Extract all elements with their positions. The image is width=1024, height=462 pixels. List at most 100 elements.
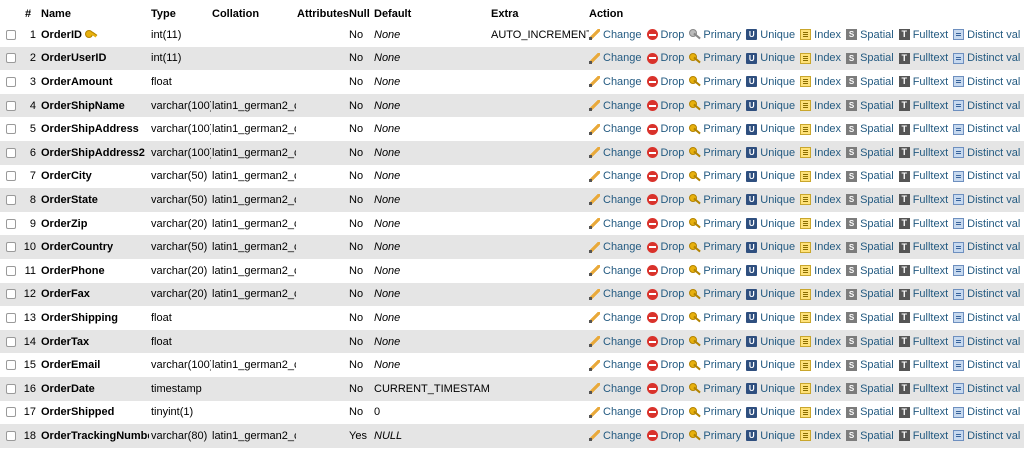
change-button[interactable]: Change <box>589 359 642 371</box>
distinct-values-button[interactable]: Distinct values <box>953 170 1021 182</box>
distinct-values-button[interactable]: Distinct values <box>953 194 1021 206</box>
fulltext-button[interactable]: T Fulltext <box>898 52 948 64</box>
change-button[interactable]: Change <box>589 241 642 253</box>
fulltext-button[interactable]: T Fulltext <box>898 312 948 324</box>
row-checkbox[interactable] <box>4 353 18 377</box>
index-button[interactable]: Index <box>800 430 841 442</box>
header-type[interactable]: Type <box>151 0 211 23</box>
fulltext-button[interactable]: T Fulltext <box>898 194 948 206</box>
primary-button[interactable]: Primary <box>689 406 741 418</box>
distinct-values-button[interactable]: Distinct values <box>953 406 1021 418</box>
primary-button[interactable]: Primary <box>689 147 741 159</box>
distinct-values-button[interactable]: Distinct values <box>953 29 1021 41</box>
row-checkbox[interactable] <box>4 330 18 354</box>
spatial-button[interactable]: S Spatial <box>846 123 894 135</box>
fulltext-button[interactable]: T Fulltext <box>898 336 948 348</box>
change-button[interactable]: Change <box>589 100 642 112</box>
index-button[interactable]: Index <box>800 29 841 41</box>
fulltext-button[interactable]: T Fulltext <box>898 288 948 300</box>
spatial-button[interactable]: S Spatial <box>846 100 894 112</box>
spatial-button[interactable]: S Spatial <box>846 76 894 88</box>
checkbox[interactable] <box>6 171 16 182</box>
distinct-values-button[interactable]: Distinct values <box>953 336 1021 348</box>
drop-button[interactable]: Drop <box>646 147 684 159</box>
drop-button[interactable]: Drop <box>646 265 684 277</box>
change-button[interactable]: Change <box>589 383 642 395</box>
change-button[interactable]: Change <box>589 147 642 159</box>
checkbox[interactable] <box>6 53 16 64</box>
row-checkbox[interactable] <box>4 165 18 189</box>
drop-button[interactable]: Drop <box>646 170 684 182</box>
distinct-values-button[interactable]: Distinct values <box>953 241 1021 253</box>
spatial-button[interactable]: S Spatial <box>846 359 894 371</box>
checkbox[interactable] <box>6 265 16 276</box>
checkbox[interactable] <box>6 29 16 40</box>
checkbox[interactable] <box>6 430 16 441</box>
drop-button[interactable]: Drop <box>646 406 684 418</box>
distinct-values-button[interactable]: Distinct values <box>953 100 1021 112</box>
header-default[interactable]: Default <box>374 0 490 23</box>
fulltext-button[interactable]: T Fulltext <box>898 406 948 418</box>
unique-button[interactable]: U Unique <box>746 147 795 159</box>
primary-button[interactable]: Primary <box>689 170 741 182</box>
row-checkbox[interactable] <box>4 70 18 94</box>
drop-button[interactable]: Drop <box>646 123 684 135</box>
index-button[interactable]: Index <box>800 123 841 135</box>
primary-button[interactable]: Primary <box>689 312 741 324</box>
spatial-button[interactable]: S Spatial <box>846 218 894 230</box>
drop-button[interactable]: Drop <box>646 241 684 253</box>
checkbox[interactable] <box>6 76 16 87</box>
index-button[interactable]: Index <box>800 406 841 418</box>
primary-button[interactable]: Primary <box>689 76 741 88</box>
primary-button[interactable]: Primary <box>689 336 741 348</box>
change-button[interactable]: Change <box>589 218 642 230</box>
checkbox[interactable] <box>6 242 16 253</box>
distinct-values-button[interactable]: Distinct values <box>953 265 1021 277</box>
change-button[interactable]: Change <box>589 312 642 324</box>
unique-button[interactable]: U Unique <box>746 265 795 277</box>
drop-button[interactable]: Drop <box>646 430 684 442</box>
change-button[interactable]: Change <box>589 265 642 277</box>
spatial-button[interactable]: S Spatial <box>846 406 894 418</box>
fulltext-button[interactable]: T Fulltext <box>898 123 948 135</box>
index-button[interactable]: Index <box>800 241 841 253</box>
drop-button[interactable]: Drop <box>646 359 684 371</box>
row-checkbox[interactable] <box>4 94 18 118</box>
checkbox[interactable] <box>6 360 16 371</box>
primary-button[interactable]: Primary <box>689 100 741 112</box>
fulltext-button[interactable]: T Fulltext <box>898 218 948 230</box>
distinct-values-button[interactable]: Distinct values <box>953 218 1021 230</box>
unique-button[interactable]: U Unique <box>746 218 795 230</box>
primary-button[interactable]: Primary <box>689 383 741 395</box>
header-null[interactable]: Null <box>349 0 374 23</box>
row-checkbox[interactable] <box>4 424 18 448</box>
index-button[interactable]: Index <box>800 218 841 230</box>
drop-button[interactable]: Drop <box>646 52 684 64</box>
drop-button[interactable]: Drop <box>646 29 684 41</box>
fulltext-button[interactable]: T Fulltext <box>898 147 948 159</box>
change-button[interactable]: Change <box>589 336 642 348</box>
checkbox[interactable] <box>6 100 16 111</box>
fulltext-button[interactable]: T Fulltext <box>898 383 948 395</box>
fulltext-button[interactable]: T Fulltext <box>898 241 948 253</box>
primary-button[interactable]: Primary <box>689 123 741 135</box>
index-button[interactable]: Index <box>800 265 841 277</box>
row-checkbox[interactable] <box>4 377 18 401</box>
row-checkbox[interactable] <box>4 283 18 307</box>
spatial-button[interactable]: S Spatial <box>846 170 894 182</box>
unique-button[interactable]: U Unique <box>746 359 795 371</box>
header-extra[interactable]: Extra <box>491 0 589 23</box>
spatial-button[interactable]: S Spatial <box>846 430 894 442</box>
primary-button[interactable]: Primary <box>689 241 741 253</box>
spatial-button[interactable]: S Spatial <box>846 288 894 300</box>
drop-button[interactable]: Drop <box>646 218 684 230</box>
row-checkbox[interactable] <box>4 212 18 236</box>
primary-button[interactable]: Primary <box>689 29 741 41</box>
change-button[interactable]: Change <box>589 194 642 206</box>
change-button[interactable]: Change <box>589 430 642 442</box>
fulltext-button[interactable]: T Fulltext <box>898 265 948 277</box>
fulltext-button[interactable]: T Fulltext <box>898 76 948 88</box>
index-button[interactable]: Index <box>800 52 841 64</box>
fulltext-button[interactable]: T Fulltext <box>898 100 948 112</box>
spatial-button[interactable]: S Spatial <box>846 383 894 395</box>
